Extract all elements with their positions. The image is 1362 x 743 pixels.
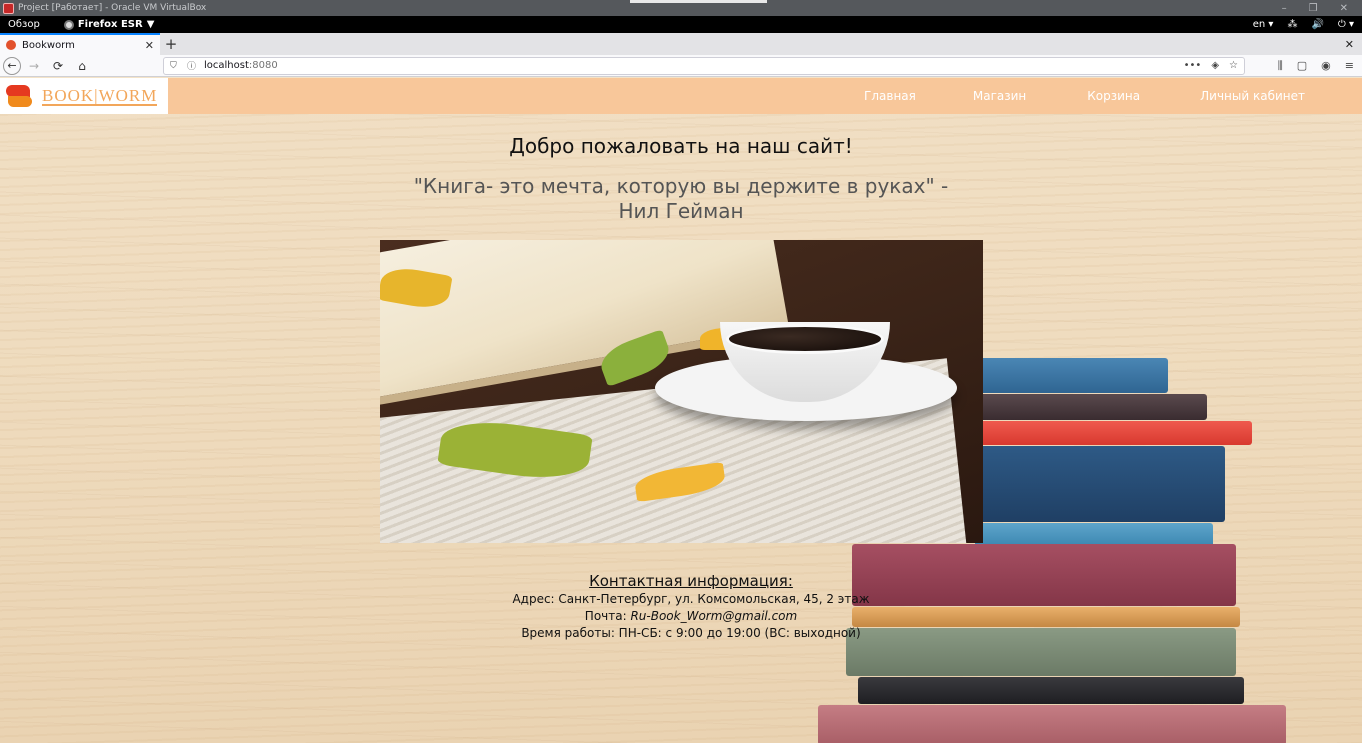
app-menu[interactable]: Firefox ESR ▼ [63,19,155,30]
tab-bookworm[interactable]: Bookworm ✕ [0,33,160,55]
quote-line-1: "Книга- это мечта, которую вы держите в … [413,174,949,198]
logo-swirl-icon [4,82,34,110]
contacts-email-line: Почта: Ru-Book_Worm@gmail.com [381,608,1001,625]
titlebar-grip [630,0,767,3]
contacts-email-label: Почта: [584,609,631,623]
contacts-hours: Время работы: ПН-СБ: с 9:00 до 19:00 (ВС… [521,626,861,640]
url-port: :8080 [248,60,278,71]
restore-button[interactable]: ❐ [1309,3,1318,14]
new-tab-button[interactable]: + [160,33,182,55]
nav-link-home[interactable]: Главная [864,89,916,103]
contacts-title: Контактная информация: [589,572,793,590]
language-indicator[interactable]: en ▾ [1253,19,1274,30]
nav-link-cart[interactable]: Корзина [1087,89,1140,103]
tab-title: Bookworm [22,39,75,51]
chevron-down-icon: ▼ [146,19,155,30]
shield-icon[interactable]: ⛉ [170,61,182,71]
page-actions-icon[interactable]: ••• [1184,60,1202,71]
site-logo[interactable]: BOOK|WORM [0,78,168,114]
contact-info: Контактная информация: Адрес: Санкт-Пете… [381,572,1001,642]
sidebar-icon[interactable]: ▢ [1297,59,1307,73]
back-button[interactable]: ← [3,56,21,75]
site-header: BOOK|WORM Главная Магазин Корзина Личный… [0,78,1362,114]
volume-icon[interactable]: 🔊 [1311,19,1323,30]
quote-line-2: Нил Гейман [618,199,744,223]
navigation-toolbar: ← → ⟳ ⌂ ⛉ ⓘ localhost :8080 ••• ◈ ☆ ⫼ ▢ … [0,55,1362,77]
contacts-email-link[interactable]: Ru-Book_Worm@gmail.com [630,609,797,623]
library-icon[interactable]: ⫼ [1278,59,1283,73]
url-host: localhost [204,60,249,71]
account-icon[interactable]: ◉ [1321,59,1331,73]
forward-button[interactable]: → [23,56,45,76]
home-button[interactable]: ⌂ [71,56,93,76]
power-icon[interactable]: ⏻ ▾ [1338,19,1354,30]
logo-text: BOOK|WORM [42,85,158,106]
site-nav: Главная Магазин Корзина Личный кабинет [864,78,1362,114]
virtualbox-title: Project [Работает] - Oracle VM VirtualBo… [18,3,207,13]
quote: "Книга- это мечта, которую вы держите в … [381,174,981,224]
pocket-icon[interactable]: ◈ [1211,60,1219,71]
nav-link-shop[interactable]: Магазин [973,89,1026,103]
info-icon[interactable]: ⓘ [187,59,199,72]
activities-button[interactable]: Обзор [0,19,48,30]
menu-icon[interactable]: ≡ [1345,59,1354,73]
tab-strip: Bookworm ✕ + ✕ [0,33,1362,55]
nav-link-account[interactable]: Личный кабинет [1200,89,1305,103]
hero-image [380,240,983,543]
virtualbox-titlebar: Project [Работает] - Oracle VM VirtualBo… [0,0,1362,16]
reload-button[interactable]: ⟳ [47,56,69,76]
welcome-heading: Добро пожаловать на наш сайт! [509,134,853,158]
tab-close-icon[interactable]: ✕ [145,39,154,52]
gnome-topbar: Обзор Firefox ESR ▼ en ▾ ⁂ 🔊 ⏻ ▾ [0,16,1362,33]
virtualbox-icon [3,2,14,14]
favicon-icon [6,40,16,50]
bookmark-star-icon[interactable]: ☆ [1229,60,1238,71]
window-close-icon[interactable]: ✕ [1337,38,1362,55]
url-bar[interactable]: ⛉ ⓘ localhost :8080 ••• ◈ ☆ [163,56,1245,75]
firefox-icon [63,19,74,30]
network-icon[interactable]: ⁂ [1287,19,1297,30]
page-viewport: BOOK|WORM Главная Магазин Корзина Личный… [0,78,1362,743]
contacts-address: Адрес: Санкт-Петербург, ул. Комсомольска… [512,592,870,606]
app-menu-label: Firefox ESR [77,19,143,30]
close-button[interactable]: ✕ [1340,3,1348,14]
minimize-button[interactable]: – [1282,3,1287,14]
